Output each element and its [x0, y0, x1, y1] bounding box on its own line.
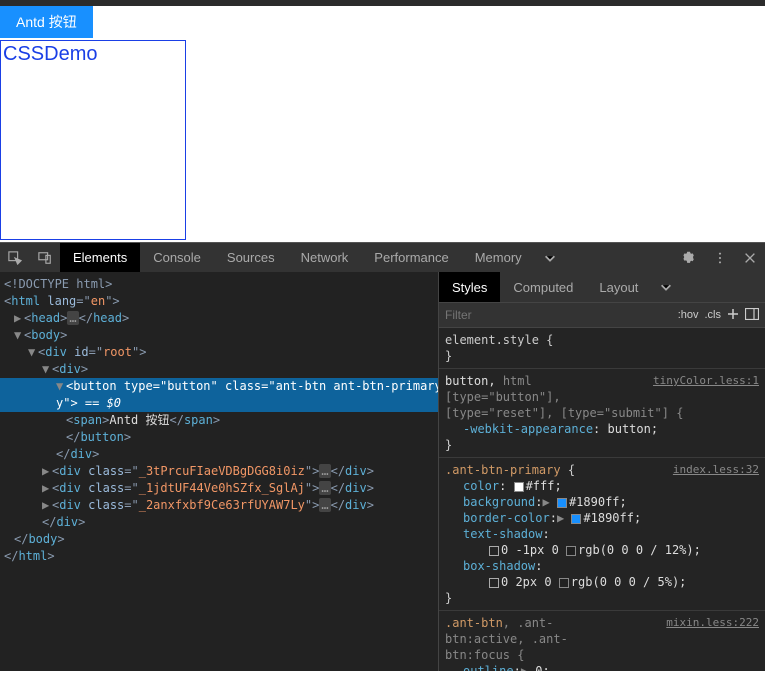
- antd-primary-button[interactable]: Antd 按钮: [0, 6, 93, 38]
- tab-computed[interactable]: Computed: [500, 272, 586, 302]
- dom-row[interactable]: ▶<div class="_1jdtUF44Ve0hSZfx_SglAj">…<…: [0, 480, 438, 497]
- color-swatch[interactable]: [571, 514, 581, 524]
- color-swatch[interactable]: [566, 546, 576, 556]
- dom-span[interactable]: <span>Antd 按钮</span>: [0, 412, 438, 429]
- tab-elements[interactable]: Elements: [60, 243, 140, 273]
- shadow-swatch[interactable]: [489, 578, 499, 588]
- cls-toggle[interactable]: .cls: [705, 309, 722, 321]
- dom-inner-div[interactable]: ▼<div>: [0, 361, 438, 378]
- more-subtabs-icon[interactable]: [651, 272, 681, 302]
- dom-root-div-close[interactable]: </div>: [0, 514, 438, 531]
- tab-layout[interactable]: Layout: [586, 272, 651, 302]
- dom-tree[interactable]: <!DOCTYPE html> <html lang="en"> ▶<head>…: [0, 272, 438, 671]
- hov-toggle[interactable]: :hov: [678, 309, 699, 321]
- dom-button-open-line2[interactable]: y"> == $0: [0, 395, 438, 412]
- dom-body-open[interactable]: ▼<body>: [0, 327, 438, 344]
- tab-memory[interactable]: Memory: [462, 243, 535, 273]
- source-link[interactable]: index.less:32: [673, 462, 759, 478]
- rendered-page: Antd 按钮 CSSDemo: [0, 6, 765, 242]
- styles-tabs: Styles Computed Layout: [439, 272, 765, 302]
- kebab-menu-icon[interactable]: [705, 243, 735, 273]
- dom-head[interactable]: ▶<head>…</head>: [0, 310, 438, 327]
- dom-html-close[interactable]: </html>: [0, 548, 438, 565]
- dom-body-close[interactable]: </body>: [0, 531, 438, 548]
- dom-root-div[interactable]: ▼<div id="root">: [0, 344, 438, 361]
- tab-performance[interactable]: Performance: [361, 243, 461, 273]
- settings-icon[interactable]: [675, 243, 705, 273]
- color-swatch[interactable]: [559, 578, 569, 588]
- styles-filter-input[interactable]: [445, 308, 672, 322]
- source-link[interactable]: mixin.less:222: [666, 615, 759, 631]
- cssdemo-box: CSSDemo: [0, 40, 186, 240]
- device-toggle-icon[interactable]: [30, 243, 60, 273]
- devtools-tabs: Elements Console Sources Network Perform…: [0, 242, 765, 272]
- dom-doctype[interactable]: <!DOCTYPE html>: [0, 276, 438, 293]
- dom-button-open[interactable]: ⋯▼<button type="button" class="ant-btn a…: [0, 378, 438, 395]
- css-rule[interactable]: mixin.less:222 .ant-btn, .ant- btn:activ…: [439, 611, 765, 671]
- tab-styles[interactable]: Styles: [439, 272, 500, 302]
- tab-network[interactable]: Network: [288, 243, 362, 273]
- dom-inner-div-close[interactable]: </div>: [0, 446, 438, 463]
- selector-text: element.style {: [445, 332, 759, 348]
- dom-row[interactable]: ▶<div class="_2anxfxbf9Ce63rfUYAW7Ly">…<…: [0, 497, 438, 514]
- new-rule-icon[interactable]: [727, 308, 739, 323]
- dom-html-open[interactable]: <html lang="en">: [0, 293, 438, 310]
- color-swatch[interactable]: [514, 482, 524, 492]
- dom-button-close[interactable]: </button>: [0, 429, 438, 446]
- tab-console[interactable]: Console: [140, 243, 214, 273]
- css-rule[interactable]: index.less:32 .ant-btn-primary { color: …: [439, 458, 765, 611]
- close-icon[interactable]: [735, 243, 765, 273]
- toggle-sidebar-icon[interactable]: [745, 308, 759, 323]
- more-tabs-icon[interactable]: [535, 243, 565, 273]
- color-swatch[interactable]: [557, 498, 567, 508]
- shadow-swatch[interactable]: [489, 546, 499, 556]
- devtools: Elements Console Sources Network Perform…: [0, 242, 765, 671]
- element-style-block[interactable]: element.style { }: [439, 328, 765, 369]
- inspect-icon[interactable]: [0, 243, 30, 273]
- css-rule[interactable]: tinyColor.less:1 button, html [type="but…: [439, 369, 765, 458]
- tab-sources[interactable]: Sources: [214, 243, 288, 273]
- dom-row[interactable]: ▶<div class="_3tPrcuFIaeVDBgDGG8i0iz">…<…: [0, 463, 438, 480]
- styles-panel: Styles Computed Layout :hov .cls el: [438, 272, 765, 671]
- source-link[interactable]: tinyColor.less:1: [653, 373, 759, 389]
- cssdemo-text: CSSDemo: [3, 43, 97, 65]
- filter-row: :hov .cls: [439, 302, 765, 328]
